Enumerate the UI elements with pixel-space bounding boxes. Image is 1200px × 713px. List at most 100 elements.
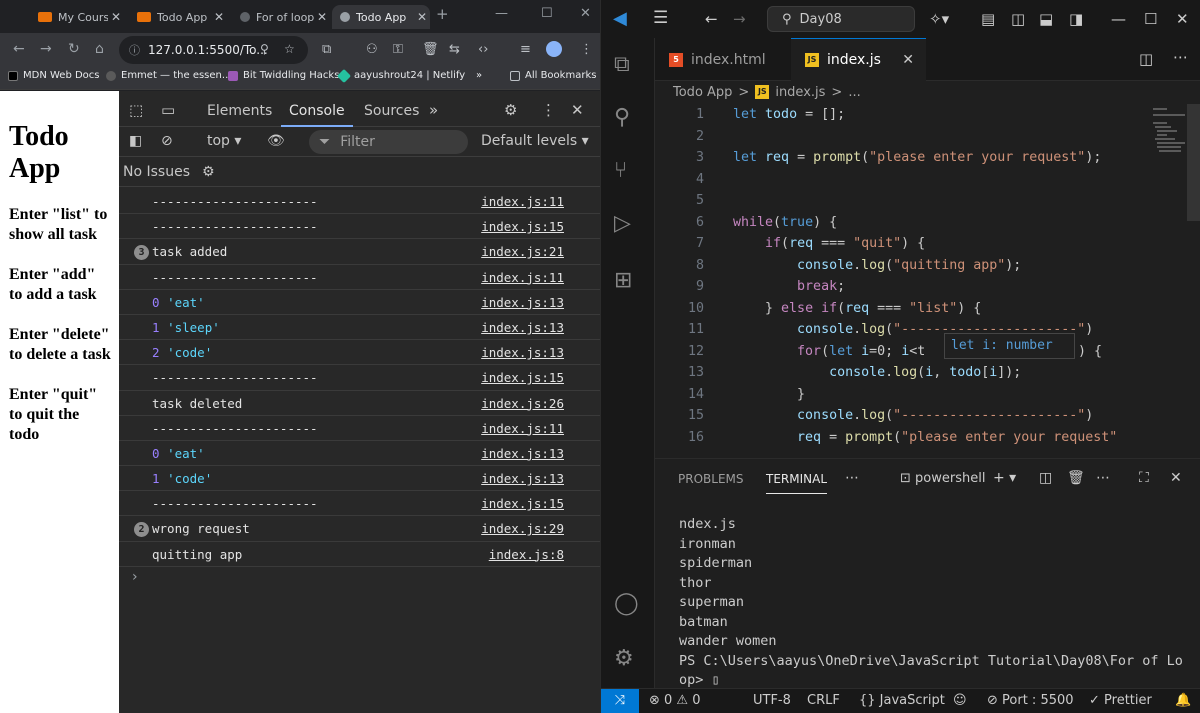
browser-tab[interactable]: For of loop ✕ <box>232 5 330 29</box>
home-icon[interactable]: ⌂ <box>95 41 104 57</box>
close-devtools-icon[interactable]: ✕ <box>571 101 584 119</box>
site-info-icon[interactable]: ⓘ <box>129 42 140 58</box>
split-editor-icon[interactable]: ◫ <box>1139 50 1153 68</box>
extensions-icon[interactable]: ⊞ <box>614 268 632 293</box>
manage-gear-icon[interactable]: ⚙ <box>614 646 634 671</box>
copilot-icon[interactable]: ✧▾ <box>929 10 949 28</box>
forward-icon[interactable]: → <box>733 10 746 28</box>
more-panel-views-icon[interactable]: ⋯ <box>845 470 859 486</box>
editor-scrollbar[interactable] <box>1187 104 1200 221</box>
tab-problems[interactable]: PROBLEMS <box>678 472 744 486</box>
forward-icon[interactable]: → <box>40 41 52 57</box>
close-tab-icon[interactable]: ✕ <box>314 10 330 24</box>
media-icon[interactable]: ≡ <box>520 42 531 57</box>
source-link[interactable]: index.js:21 <box>481 239 564 264</box>
source-link[interactable]: index.js:15 <box>481 214 564 239</box>
menu-hamburger-icon[interactable]: ☰ <box>653 8 668 28</box>
bookmark-item[interactable]: Bit Twiddling Hacks <box>228 70 339 81</box>
more-actions-icon[interactable]: ⋯ <box>1096 470 1110 486</box>
kill-terminal-trash-icon[interactable]: 🗑 <box>1067 470 1085 486</box>
all-bookmarks-folder[interactable]: All Bookmarks <box>510 70 596 81</box>
console-settings-gear-icon[interactable]: ⚙ <box>202 164 215 180</box>
prettier-status[interactable]: ✓ Prettier <box>1089 693 1152 708</box>
menu-icon[interactable]: ⋮ <box>580 42 593 57</box>
back-icon[interactable]: ← <box>13 41 25 57</box>
toggle-sidebar-icon[interactable]: ◫ <box>1011 10 1025 28</box>
source-link[interactable]: index.js:15 <box>481 365 564 390</box>
source-link[interactable]: index.js:13 <box>481 441 564 466</box>
tab-elements[interactable]: Elements <box>207 103 272 119</box>
close-tab-icon[interactable]: ✕ <box>211 10 227 24</box>
browser-tab[interactable]: My Course ✕ <box>30 5 124 29</box>
more-options-icon[interactable]: ⋮ <box>541 101 556 119</box>
editor-tab-index-html[interactable]: 5 index.html <box>655 38 790 81</box>
source-control-icon[interactable]: ⑂ <box>614 158 627 183</box>
close-window-icon[interactable]: ✕ <box>580 6 591 21</box>
zoom-icon[interactable]: ⚲ <box>260 42 269 56</box>
bookmarks-overflow[interactable]: » <box>476 70 482 81</box>
console-prompt[interactable]: › <box>132 569 138 585</box>
encoding-status[interactable]: UTF-8 <box>753 693 791 708</box>
source-link[interactable]: index.js:13 <box>481 315 564 340</box>
extension-icon[interactable]: ⚇ <box>366 42 378 57</box>
terminal-output[interactable]: ndex.js ironman spiderman thor superman batma… <box>679 515 1183 691</box>
minimize-icon[interactable]: — <box>495 6 508 21</box>
copilot-status-icon[interactable]: ☺ <box>953 693 967 708</box>
translate-icon[interactable]: ⇆ <box>449 42 460 57</box>
source-link[interactable]: index.js:11 <box>481 265 564 290</box>
accounts-icon[interactable]: ◯ <box>614 591 639 616</box>
source-link[interactable]: index.js:11 <box>481 416 564 441</box>
editor-tab-index-js[interactable]: JS index.js ✕ <box>791 38 926 81</box>
bookmark-item[interactable]: MDN Web Docs <box>8 70 100 81</box>
breadcrumb-folder[interactable]: Todo App <box>673 85 732 100</box>
breadcrumb-symbol[interactable]: ... <box>848 85 860 100</box>
run-debug-icon[interactable]: ▷ <box>614 211 631 236</box>
live-expression-eye-icon[interactable]: 👁 <box>267 133 285 149</box>
code-icon[interactable]: ‹› <box>478 42 488 57</box>
address-bar[interactable]: ⓘ 127.0.0.1:5500/To... ⚲ ☆ <box>119 36 308 64</box>
source-link[interactable]: index.js:8 <box>489 542 564 567</box>
close-tab-icon[interactable]: ✕ <box>414 10 430 24</box>
trash-icon[interactable]: 🗑 <box>422 42 439 57</box>
maximize-panel-icon[interactable]: ⛶ <box>1139 470 1149 486</box>
bookmark-item[interactable]: Emmet — the essen... <box>106 70 231 81</box>
live-server-port-status[interactable]: ⊘ Port : 5500 <box>987 693 1074 708</box>
new-terminal-icon[interactable]: + ▾ <box>993 470 1016 486</box>
breadcrumb-file[interactable]: index.js <box>775 85 825 100</box>
issues-count[interactable]: No Issues <box>123 164 190 180</box>
source-link[interactable]: index.js:29 <box>481 516 564 541</box>
extensions-icon[interactable]: ⧉ <box>322 42 331 57</box>
console-filter-input[interactable]: ⏷ Filter <box>309 130 468 154</box>
terminal-shell-selector[interactable]: ⊡ powershell <box>900 471 985 486</box>
notifications-bell-icon[interactable]: 🔔 <box>1175 693 1191 708</box>
tab-sources[interactable]: Sources <box>364 103 419 119</box>
source-link[interactable]: index.js:13 <box>481 466 564 491</box>
close-tab-icon[interactable]: ✕ <box>108 10 124 24</box>
code-editor[interactable]: 1 let todo = []; 2 3 let req = prompt("pleas… <box>655 104 1200 456</box>
context-selector[interactable]: top ▾ <box>207 133 241 149</box>
eol-status[interactable]: CRLF <box>807 693 840 708</box>
bookmark-star-icon[interactable]: ☆ <box>284 42 295 56</box>
back-icon[interactable]: ← <box>705 10 718 28</box>
close-panel-icon[interactable]: ✕ <box>1170 470 1182 486</box>
bookmark-item[interactable]: aayushrout24 | Netlify <box>336 68 465 83</box>
source-link[interactable]: index.js:15 <box>481 491 564 516</box>
tab-console[interactable]: Console <box>281 103 353 127</box>
reload-icon[interactable]: ↻ <box>68 41 80 57</box>
source-link[interactable]: index.js:11 <box>481 189 564 214</box>
log-levels-dropdown[interactable]: Default levels ▾ <box>481 133 589 149</box>
explorer-icon[interactable]: ⧉ <box>614 52 630 77</box>
source-link[interactable]: index.js:13 <box>481 340 564 365</box>
customize-layout-icon[interactable]: ▤ <box>981 10 995 28</box>
command-center-search[interactable]: ⚲ Day08 <box>767 6 915 32</box>
device-toolbar-icon[interactable]: ▭ <box>161 101 175 119</box>
split-terminal-icon[interactable]: ◫ <box>1039 470 1052 486</box>
remote-indicator-icon[interactable]: ⤨ <box>601 689 639 713</box>
source-link[interactable]: index.js:13 <box>481 290 564 315</box>
profile-avatar[interactable] <box>546 41 562 57</box>
key-icon[interactable]: ⚿ <box>393 42 403 57</box>
more-actions-icon[interactable]: ⋯ <box>1173 48 1188 66</box>
new-tab-button[interactable]: + <box>436 5 449 23</box>
browser-tab-active[interactable]: Todo App ✕ <box>332 5 430 29</box>
maximize-icon[interactable]: ☐ <box>541 6 553 21</box>
